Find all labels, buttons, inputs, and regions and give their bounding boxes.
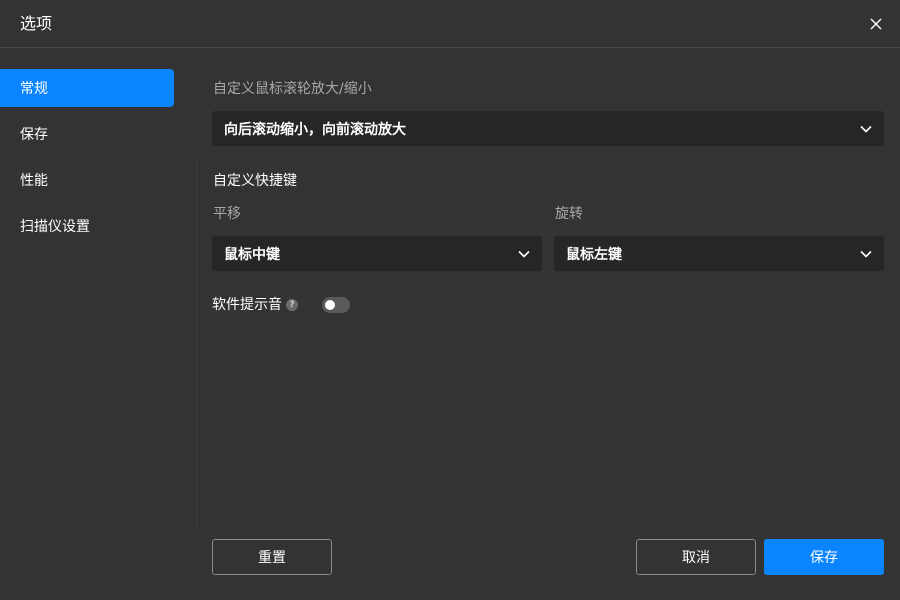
rotate-select[interactable]: 鼠标左键 <box>554 236 884 271</box>
sidebar-item-performance[interactable]: 性能 <box>0 161 174 199</box>
pan-label: 平移 <box>213 206 241 222</box>
cancel-button[interactable]: 取消 <box>636 539 756 575</box>
sidebar-item-scanner-settings[interactable]: 扫描仪设置 <box>0 207 174 245</box>
close-button[interactable] <box>864 12 888 36</box>
chevron-down-icon <box>859 122 873 136</box>
rotate-value: 鼠标左键 <box>566 246 622 263</box>
chevron-down-icon <box>859 247 873 261</box>
sound-toggle[interactable] <box>322 297 350 313</box>
toggle-knob <box>325 300 335 310</box>
sidebar-item-label: 保存 <box>20 127 48 143</box>
wheel-zoom-label: 自定义鼠标滚轮放大/缩小 <box>213 81 372 97</box>
chevron-down-icon <box>517 247 531 261</box>
pan-select[interactable]: 鼠标中键 <box>212 236 542 271</box>
sidebar-item-label: 常规 <box>20 81 48 97</box>
wheel-zoom-value: 向后滚动缩小，向前滚动放大 <box>224 121 406 138</box>
sidebar-item-label: 扫描仪设置 <box>20 219 90 235</box>
options-dialog: 选项 常规 保存 性能 扫描仪设置 自定义鼠标滚轮放大/缩小 向后滚动缩小，向前… <box>0 0 900 600</box>
sidebar-item-label: 性能 <box>20 173 48 189</box>
title-bar: 选项 <box>0 0 900 48</box>
save-button[interactable]: 保存 <box>764 539 884 575</box>
dialog-title: 选项 <box>20 14 53 33</box>
reset-button[interactable]: 重置 <box>212 539 332 575</box>
sidebar-item-general[interactable]: 常规 <box>0 69 174 107</box>
help-icon[interactable]: ? <box>286 299 298 311</box>
sidebar: 常规 保存 性能 扫描仪设置 <box>0 49 197 529</box>
close-icon <box>870 18 882 30</box>
pan-value: 鼠标中键 <box>224 246 280 263</box>
wheel-zoom-select[interactable]: 向后滚动缩小，向前滚动放大 <box>212 111 884 146</box>
sidebar-divider <box>196 160 197 530</box>
shortcuts-heading: 自定义快捷键 <box>213 173 297 189</box>
sidebar-item-save[interactable]: 保存 <box>0 115 174 153</box>
sound-label: 软件提示音 <box>212 297 282 313</box>
rotate-label: 旋转 <box>555 206 583 222</box>
